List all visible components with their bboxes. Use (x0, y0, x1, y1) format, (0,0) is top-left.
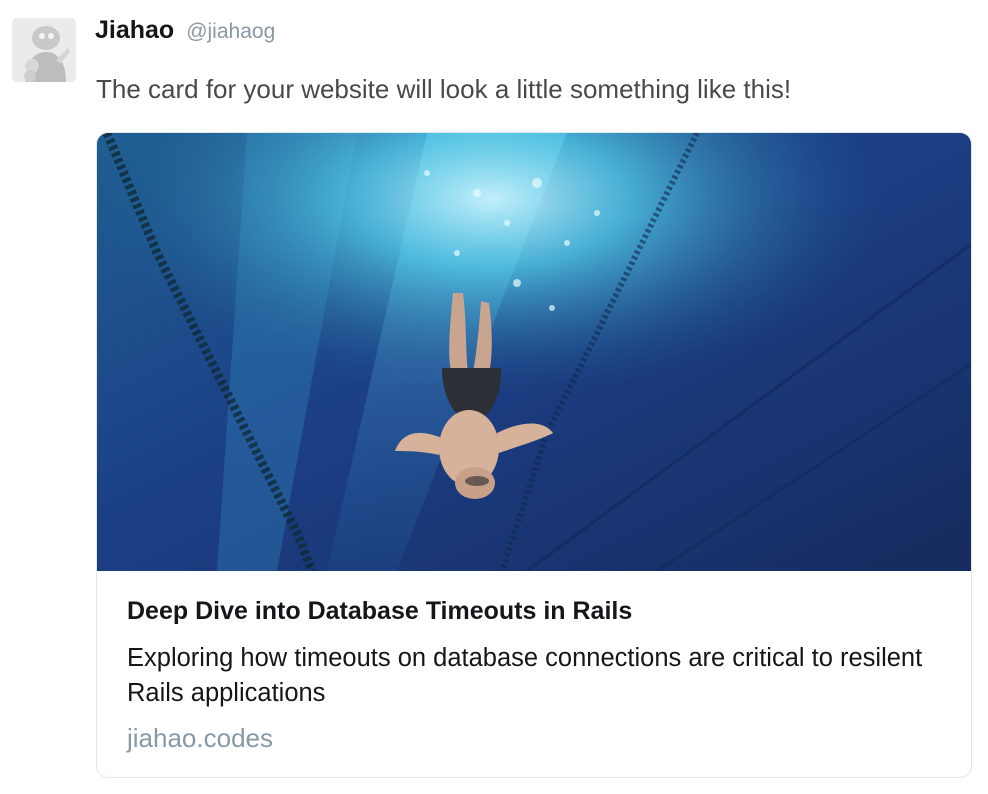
card-domain[interactable]: jiahao.codes (127, 723, 273, 754)
tweet-header: Jiahao @jiahaog (95, 16, 275, 50)
card-title: Deep Dive into Database Timeouts in Rail… (127, 597, 633, 625)
tweet-text: The card for your website will look a li… (96, 74, 792, 104)
underwater-swimmer-photo (97, 133, 971, 571)
link-card[interactable]: Deep Dive into Database Timeouts in Rail… (96, 132, 972, 778)
avatar[interactable] (12, 18, 76, 82)
card-description: Exploring how timeouts on database conne… (127, 644, 923, 707)
author-handle[interactable]: @jiahaog (186, 20, 275, 44)
avatar-icon (12, 18, 76, 82)
author-name[interactable]: Jiahao (95, 16, 174, 45)
